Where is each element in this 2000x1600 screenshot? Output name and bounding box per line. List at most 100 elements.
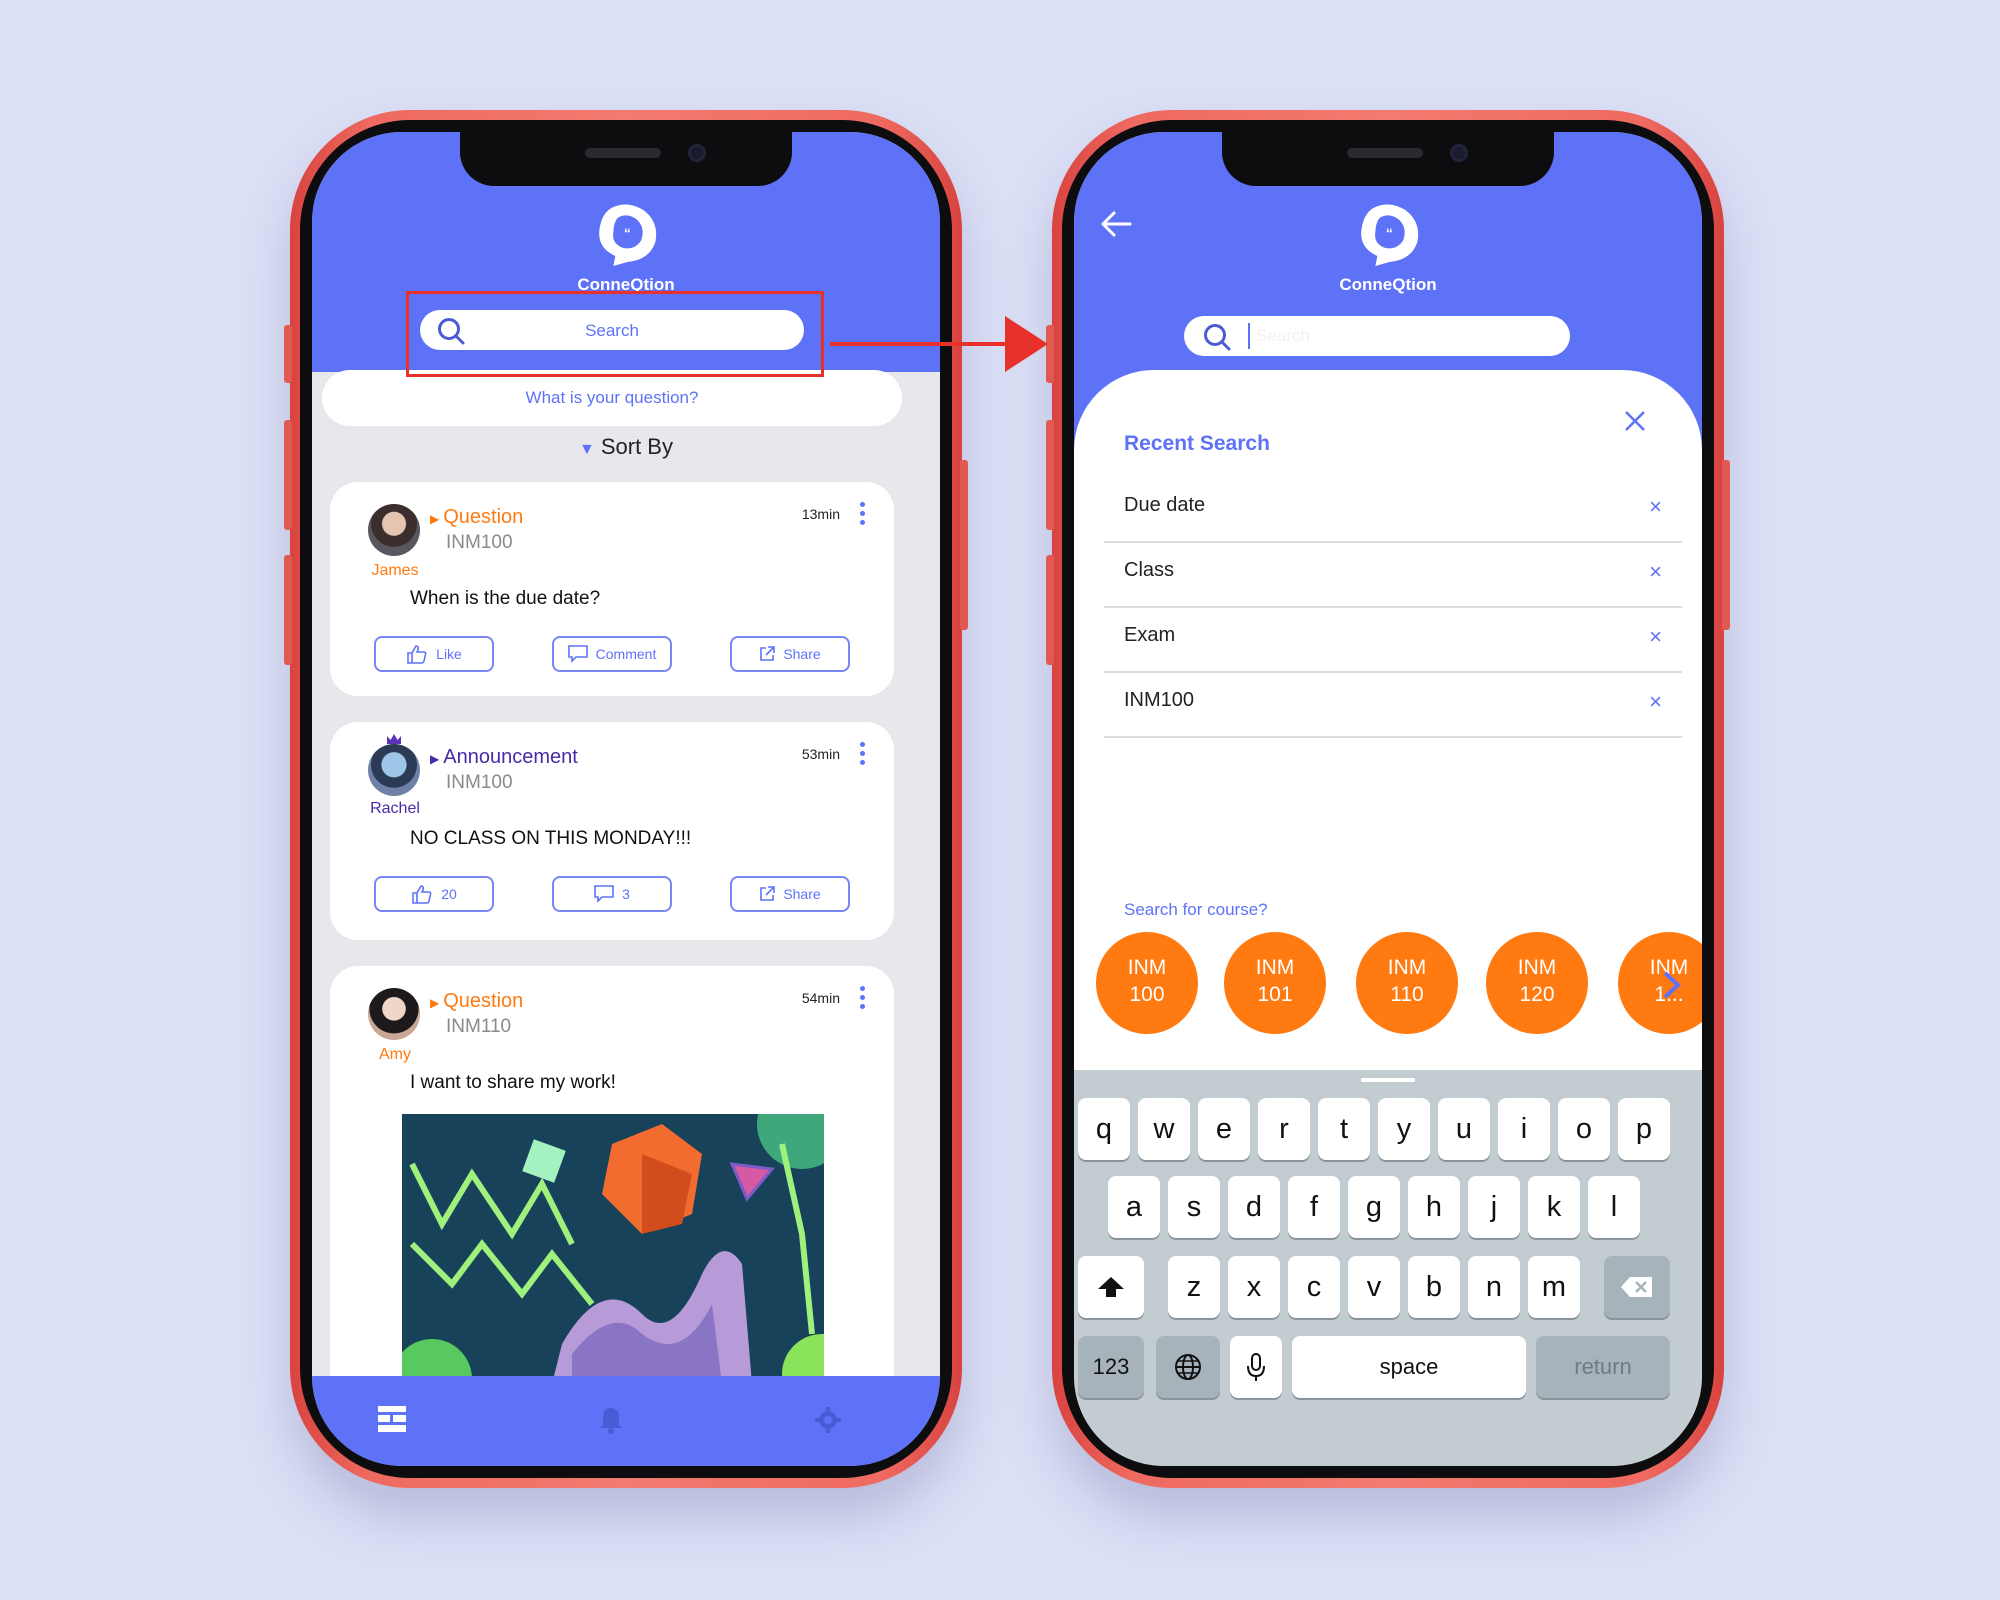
sort-by-dropdown[interactable]: ▼ Sort By	[312, 434, 940, 460]
more-options-icon[interactable]	[860, 986, 866, 1013]
course-chip-prefix: INM	[1127, 956, 1167, 979]
key-z[interactable]: z	[1168, 1256, 1220, 1318]
post-text: I want to share my work!	[410, 1072, 616, 1093]
key-e[interactable]: e	[1198, 1098, 1250, 1160]
mute-switch	[284, 325, 292, 383]
post-card[interactable]: James ▶ Question INM100 13min When is the…	[330, 482, 894, 696]
more-options-icon[interactable]	[860, 742, 866, 769]
shift-key[interactable]	[1078, 1256, 1144, 1318]
key-q[interactable]: q	[1078, 1098, 1130, 1160]
key-r[interactable]: r	[1258, 1098, 1310, 1160]
course-chip[interactable]: INM 120	[1486, 932, 1588, 1034]
key-f[interactable]: f	[1288, 1176, 1340, 1238]
abstract-artwork	[402, 1114, 824, 1384]
key-c[interactable]: c	[1288, 1256, 1340, 1318]
logo-icon: “	[1360, 204, 1418, 266]
like-button[interactable]: 20	[374, 876, 494, 912]
search-icon	[1204, 324, 1231, 351]
recent-search-item[interactable]: INM100 ×	[1104, 673, 1682, 738]
comment-button[interactable]: Comment	[552, 636, 672, 672]
share-button[interactable]: Share	[730, 636, 850, 672]
course-chip[interactable]: INM 1...	[1618, 932, 1702, 1034]
key-s[interactable]: s	[1168, 1176, 1220, 1238]
globe-key[interactable]	[1156, 1336, 1220, 1398]
key-p[interactable]: p	[1618, 1098, 1670, 1160]
backspace-key[interactable]	[1604, 1256, 1670, 1318]
recent-search-item[interactable]: Class ×	[1104, 543, 1682, 608]
post-author: Amy	[379, 1046, 411, 1063]
comment-button[interactable]: 3	[552, 876, 672, 912]
bell-icon[interactable]	[597, 1406, 625, 1434]
post-card[interactable]: Amy ▶ Question INM110 54min I want to sha…	[330, 966, 894, 1426]
close-icon[interactable]	[1624, 410, 1646, 432]
notch	[1222, 132, 1554, 186]
key-l[interactable]: l	[1588, 1176, 1640, 1238]
key-b[interactable]: b	[1408, 1256, 1460, 1318]
gear-icon[interactable]	[814, 1406, 842, 1434]
key-a[interactable]: a	[1108, 1176, 1160, 1238]
ask-question-input[interactable]: What is your question?	[322, 370, 902, 426]
back-arrow-icon[interactable]	[1100, 210, 1132, 238]
remove-icon[interactable]: ×	[1649, 559, 1662, 585]
search-screen: “ ConneQtion Recent Search Due date	[1074, 132, 1702, 1466]
return-key[interactable]: return	[1536, 1336, 1670, 1398]
search-input[interactable]	[1256, 322, 1546, 350]
course-chips: INM 100 INM 101 INM 110 INM 120 INM 1...	[1096, 932, 1702, 1042]
triangle-right-icon: ▶	[430, 996, 440, 1010]
search-bar[interactable]	[1184, 316, 1570, 356]
key-x[interactable]: x	[1228, 1256, 1280, 1318]
more-options-icon[interactable]	[860, 502, 866, 529]
post-image[interactable]	[402, 1114, 824, 1384]
caret-down-icon: ▼	[579, 441, 595, 458]
feed-icon[interactable]	[378, 1406, 406, 1432]
course-chip-prefix: INM	[1255, 956, 1295, 979]
key-m[interactable]: m	[1528, 1256, 1580, 1318]
post-type-label: Question	[443, 506, 524, 528]
share-button[interactable]: Share	[730, 876, 850, 912]
globe-icon	[1175, 1354, 1201, 1380]
post-type: ▶ Question	[430, 990, 523, 1013]
shift-icon	[1098, 1277, 1124, 1297]
course-chip[interactable]: INM 101	[1224, 932, 1326, 1034]
space-key[interactable]: space	[1292, 1336, 1526, 1398]
remove-icon[interactable]: ×	[1649, 624, 1662, 650]
numbers-key[interactable]: 123	[1078, 1336, 1144, 1398]
key-j[interactable]: j	[1468, 1176, 1520, 1238]
triangle-right-icon: ▶	[430, 752, 440, 766]
recent-search-item[interactable]: Due date ×	[1104, 478, 1682, 543]
recent-search-item[interactable]: Exam ×	[1104, 608, 1682, 673]
key-i[interactable]: i	[1498, 1098, 1550, 1160]
remove-icon[interactable]: ×	[1649, 689, 1662, 715]
comment-icon	[567, 645, 588, 663]
avatar	[368, 504, 420, 556]
key-d[interactable]: d	[1228, 1176, 1280, 1238]
power-button	[960, 460, 968, 630]
key-n[interactable]: n	[1468, 1256, 1520, 1318]
like-button[interactable]: Like	[374, 636, 494, 672]
course-chip-number: 120	[1519, 983, 1555, 1006]
front-camera	[688, 144, 706, 162]
post-card[interactable]: Rachel ▶ Announcement INM100 53min NO CLA…	[330, 722, 894, 940]
remove-icon[interactable]: ×	[1649, 494, 1662, 520]
volume-up-button	[1046, 420, 1054, 530]
key-y[interactable]: y	[1378, 1098, 1430, 1160]
course-chip-prefix: INM	[1517, 956, 1557, 979]
speaker	[1347, 148, 1423, 158]
course-chip[interactable]: INM 110	[1356, 932, 1458, 1034]
key-u[interactable]: u	[1438, 1098, 1490, 1160]
recent-search-panel: Recent Search Due date × Class × Exam × …	[1074, 370, 1702, 1070]
chevron-right-icon[interactable]	[1662, 970, 1682, 1000]
key-g[interactable]: g	[1348, 1176, 1400, 1238]
microphone-key[interactable]	[1230, 1336, 1282, 1398]
post-course: INM110	[446, 1016, 512, 1037]
key-t[interactable]: t	[1318, 1098, 1370, 1160]
course-chip[interactable]: INM 100	[1096, 932, 1198, 1034]
key-w[interactable]: w	[1138, 1098, 1190, 1160]
key-k[interactable]: k	[1528, 1176, 1580, 1238]
key-o[interactable]: o	[1558, 1098, 1610, 1160]
post-time: 53min	[801, 746, 840, 762]
key-h[interactable]: h	[1408, 1176, 1460, 1238]
svg-text:“: “	[623, 225, 630, 241]
recent-search-title: Recent Search	[1124, 432, 1270, 455]
key-v[interactable]: v	[1348, 1256, 1400, 1318]
